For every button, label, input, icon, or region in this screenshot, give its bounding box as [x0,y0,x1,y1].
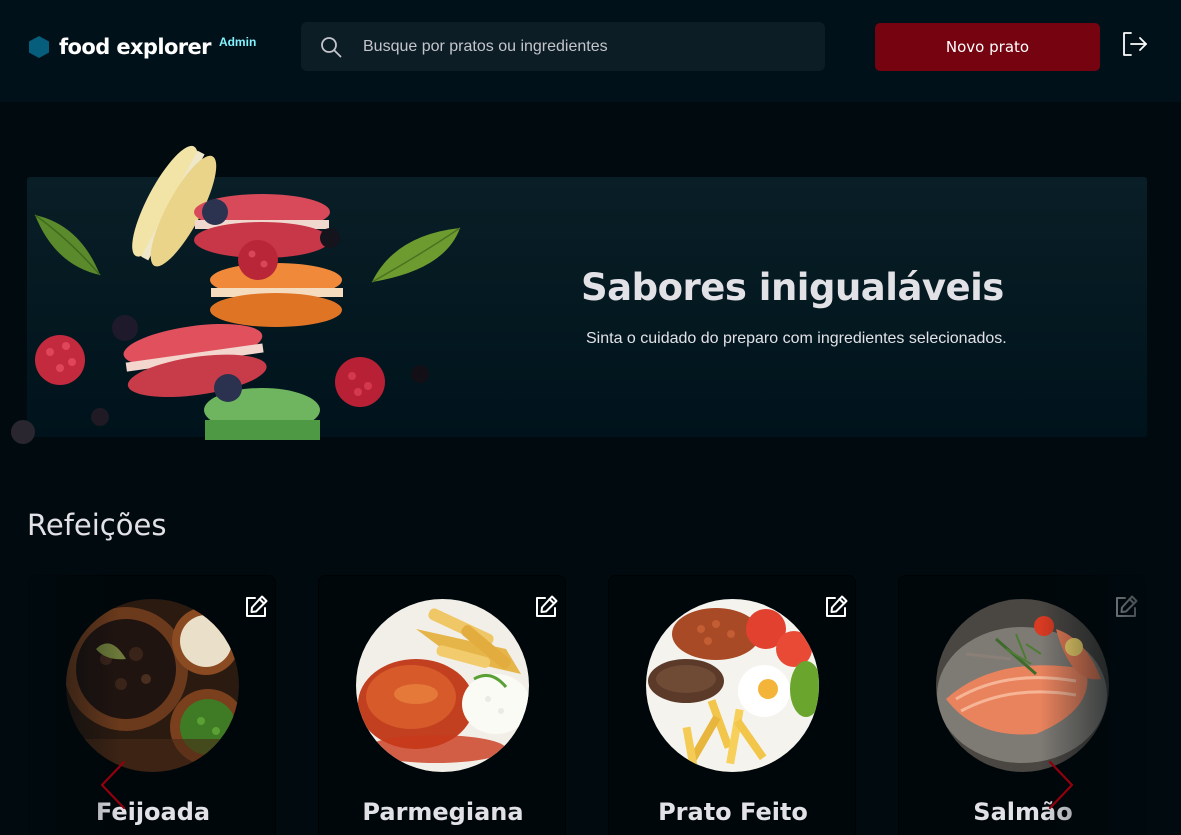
banner-title: Sabores inigualáveis [581,266,1004,309]
edit-icon[interactable] [1113,594,1139,620]
edit-icon[interactable] [533,594,559,620]
new-dish-button[interactable]: Novo prato [875,23,1100,71]
chevron-right-icon[interactable] [1046,760,1076,810]
salmao-photo[interactable] [936,599,1109,772]
sign-out-icon[interactable] [1121,30,1149,58]
admin-badge: Admin [218,35,257,49]
blueberry [91,408,109,426]
search-input[interactable] [363,34,803,59]
section-title: Refeições [27,508,167,542]
dish-card[interactable]: Prato Feito [608,575,856,835]
dish-card[interactable]: Salmão [898,575,1146,835]
app-header: food explorer Admin Novo prato [0,0,1181,102]
blueberry [214,374,242,402]
dish-name: Feijoada [95,798,211,826]
banner-subtitle: Sinta o cuidado do preparo com ingredien… [586,330,1007,347]
hexagon-logo-icon [29,36,49,58]
parmegiana-photo[interactable] [356,599,529,772]
dish-name: Salmão [973,798,1073,826]
macarons-illustration [11,145,461,444]
blueberry [411,365,429,383]
leaf-left [35,215,100,275]
prato-feito-photo[interactable] [646,599,819,772]
dish-name: Parmegiana [362,798,524,826]
feijoada-photo[interactable] [66,599,239,772]
dish-card[interactable]: Parmegiana [318,575,566,835]
chevron-left-icon[interactable] [98,760,128,810]
raspberry [35,335,85,385]
raspberry [238,240,278,280]
edit-icon[interactable] [243,594,269,620]
search-bar [301,22,825,71]
edit-icon[interactable] [823,594,849,620]
blueberry [112,315,138,341]
blueberry [320,228,340,248]
search-icon[interactable] [319,35,343,59]
blueberry [11,420,35,444]
dish-name: Prato Feito [658,798,808,826]
brand-logo[interactable]: food explorer Admin [27,33,256,61]
raspberry [335,357,385,407]
dish-card[interactable]: Feijoada [28,575,276,835]
brand-name: food explorer [59,35,212,59]
blueberry [202,199,228,225]
